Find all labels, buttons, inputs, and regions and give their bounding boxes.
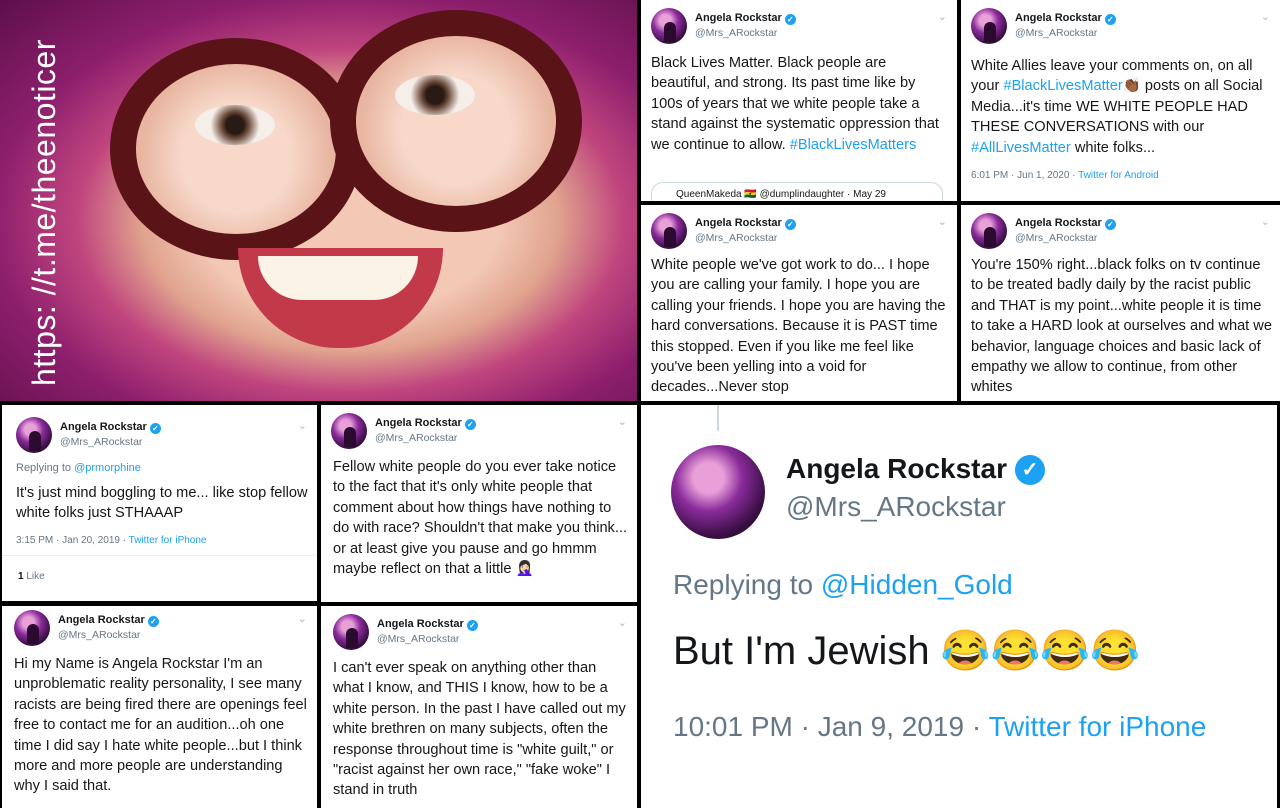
client-link[interactable]: Twitter for iPhone bbox=[129, 535, 207, 546]
display-name[interactable]: Angela Rockstar bbox=[58, 614, 145, 626]
display-name[interactable]: Angela Rockstar bbox=[377, 618, 464, 630]
tweet-card-large[interactable]: Angela Rockstar ✓ @Mrs_ARockstar Replying… bbox=[641, 405, 1277, 808]
chevron-down-icon[interactable]: ⌄ bbox=[618, 415, 627, 428]
chevron-down-icon[interactable]: ⌄ bbox=[618, 616, 627, 629]
reply-mention-link[interactable]: @prmorphine bbox=[74, 462, 141, 474]
tweet-header: Angela Rockstar ✓ @Mrs_ARockstar ⌄ bbox=[971, 8, 1270, 48]
tweet-header: Angela Rockstar ✓ @Mrs_ARockstar ⌄ bbox=[651, 8, 947, 48]
tweet-card-5[interactable]: Angela Rockstar ✓ @Mrs_ARockstar ⌄ Replyi… bbox=[2, 405, 317, 601]
hashtag-link[interactable]: #BlackLivesMatter bbox=[1003, 78, 1122, 94]
tweet-card-4[interactable]: Angela Rockstar ✓ @Mrs_ARockstar ⌄ You're… bbox=[961, 205, 1280, 401]
tweet-text: But I'm Jewish 😂😂😂😂 bbox=[673, 629, 1140, 673]
tweet-card-1[interactable]: Angela Rockstar ✓ @Mrs_ARockstar ⌄ Black … bbox=[641, 0, 957, 201]
tweet-timestamp: 3:15 PM · Jan 20, 2019 · Twitter for iPh… bbox=[16, 535, 207, 546]
tweet-text: It's just mind boggling to me... like st… bbox=[16, 485, 308, 522]
tweet-header: Angela Rockstar ✓ @Mrs_ARockstar ⌄ bbox=[971, 213, 1270, 253]
tweet-header: Angela Rockstar ✓ @Mrs_ARockstar ⌄ bbox=[14, 610, 307, 650]
display-name[interactable]: Angela Rockstar bbox=[695, 12, 782, 24]
display-name[interactable]: Angela Rockstar bbox=[695, 217, 782, 229]
left-eye bbox=[195, 105, 275, 145]
thread-line bbox=[717, 405, 719, 431]
avatar[interactable] bbox=[14, 610, 50, 646]
client-link[interactable]: Twitter for Android bbox=[1078, 170, 1159, 181]
tweet-text: You're 150% right...black folks on tv co… bbox=[971, 257, 1272, 396]
avatar[interactable] bbox=[16, 417, 52, 453]
avatar[interactable] bbox=[671, 445, 765, 539]
verified-badge-icon: ✓ bbox=[466, 620, 478, 631]
tweet-card-8[interactable]: Angela Rockstar ✓ @Mrs_ARockstar ⌄ I can'… bbox=[321, 606, 637, 808]
avatar[interactable] bbox=[331, 413, 367, 449]
tweet-card-3[interactable]: Angela Rockstar ✓ @Mrs_ARockstar ⌄ White … bbox=[641, 205, 957, 401]
tweet-text: Fellow white people do you ever take not… bbox=[333, 459, 628, 578]
display-name[interactable]: Angela Rockstar bbox=[786, 453, 1007, 484]
glasses-left-lens bbox=[110, 38, 362, 260]
teeth bbox=[258, 256, 418, 300]
user-handle[interactable]: @Mrs_ARockstar bbox=[695, 232, 777, 244]
tweet-card-7[interactable]: Angela Rockstar ✓ @Mrs_ARockstar ⌄ Hi my … bbox=[2, 606, 317, 808]
chevron-down-icon[interactable]: ⌄ bbox=[1261, 215, 1270, 228]
tweet-text: Black Lives Matter. Black people are bea… bbox=[651, 55, 939, 153]
user-handle[interactable]: @Mrs_ARockstar bbox=[60, 436, 142, 448]
tweet-card-6[interactable]: Angela Rockstar ✓ @Mrs_ARockstar ⌄ Fellow… bbox=[321, 405, 637, 602]
verified-badge-icon: ✓ bbox=[1014, 455, 1045, 485]
display-name[interactable]: Angela Rockstar bbox=[60, 421, 147, 433]
tweet-header: Angela Rockstar ✓ @Mrs_ARockstar ⌄ bbox=[333, 614, 627, 654]
chevron-down-icon[interactable]: ⌄ bbox=[298, 612, 307, 625]
tweet-text: I can't ever speak on anything other tha… bbox=[333, 660, 626, 799]
replying-to: Replying to @prmorphine bbox=[16, 462, 141, 474]
user-handle[interactable]: @Mrs_ARockstar bbox=[1015, 27, 1097, 39]
avatar[interactable] bbox=[651, 213, 687, 249]
verified-badge-icon: ✓ bbox=[147, 616, 159, 627]
tweet-text: White Allies leave your comments on, on … bbox=[971, 58, 1263, 156]
tweet-header: Angela Rockstar ✓ @Mrs_ARockstar ⌄ bbox=[16, 417, 307, 457]
user-handle[interactable]: @Mrs_ARockstar bbox=[1015, 232, 1097, 244]
tweet-timestamp: 10:01 PM · Jan 9, 2019 · Twitter for iPh… bbox=[673, 711, 1207, 742]
tweet-card-2[interactable]: Angela Rockstar ✓ @Mrs_ARockstar ⌄ White … bbox=[961, 0, 1280, 201]
tweet-timestamp: 6:01 PM · Jun 1, 2020 · Twitter for Andr… bbox=[971, 170, 1159, 181]
client-link[interactable]: Twitter for iPhone bbox=[988, 711, 1206, 742]
replying-to: Replying to @Hidden_Gold bbox=[673, 569, 1013, 600]
hashtag-link[interactable]: #BlackLivesMatters bbox=[790, 137, 917, 153]
divider bbox=[2, 555, 317, 556]
verified-badge-icon: ✓ bbox=[1104, 14, 1116, 25]
chevron-down-icon[interactable]: ⌄ bbox=[938, 10, 947, 23]
right-eye bbox=[395, 75, 475, 115]
user-handle[interactable]: @Mrs_ARockstar bbox=[695, 27, 777, 39]
verified-badge-icon: ✓ bbox=[149, 423, 161, 434]
tweet-text: White people we've got work to do... I h… bbox=[651, 257, 946, 396]
display-name[interactable]: Angela Rockstar bbox=[1015, 12, 1102, 24]
hashtag-link[interactable]: #AllLivesMatter bbox=[971, 140, 1071, 156]
profile-photo: https: //t.me/theenoticer bbox=[0, 0, 637, 401]
chevron-down-icon[interactable]: ⌄ bbox=[1261, 10, 1270, 23]
chevron-down-icon[interactable]: ⌄ bbox=[298, 419, 307, 432]
verified-badge-icon: ✓ bbox=[464, 419, 476, 430]
verified-badge-icon: ✓ bbox=[784, 14, 796, 25]
avatar[interactable] bbox=[333, 614, 369, 650]
reply-mention-link[interactable]: @Hidden_Gold bbox=[821, 569, 1013, 600]
display-name[interactable]: Angela Rockstar bbox=[1015, 217, 1102, 229]
avatar[interactable] bbox=[651, 8, 687, 44]
user-handle[interactable]: @Mrs_ARockstar bbox=[58, 629, 140, 641]
display-name[interactable]: Angela Rockstar bbox=[375, 417, 462, 429]
glasses-right-lens bbox=[330, 10, 582, 232]
quoted-tweet[interactable]: QueenMakeda 🇬🇭 @dumplindaughter · May 29 bbox=[651, 182, 943, 201]
like-count[interactable]: 1 Like bbox=[18, 571, 45, 582]
verified-badge-icon: ✓ bbox=[1104, 219, 1116, 230]
user-handle[interactable]: @Mrs_ARockstar bbox=[786, 491, 1006, 523]
avatar[interactable] bbox=[971, 8, 1007, 44]
user-handle[interactable]: @Mrs_ARockstar bbox=[377, 633, 459, 645]
watermark-text: https: //t.me/theenoticer bbox=[26, 39, 62, 386]
avatar[interactable] bbox=[971, 213, 1007, 249]
tweet-text: Hi my Name is Angela Rockstar I'm an unp… bbox=[14, 656, 307, 795]
tweet-header: Angela Rockstar ✓ @Mrs_ARockstar ⌄ bbox=[331, 413, 627, 453]
tweet-header: Angela Rockstar ✓ @Mrs_ARockstar ⌄ bbox=[651, 213, 947, 253]
verified-badge-icon: ✓ bbox=[784, 219, 796, 230]
chevron-down-icon[interactable]: ⌄ bbox=[938, 215, 947, 228]
user-handle[interactable]: @Mrs_ARockstar bbox=[375, 432, 457, 444]
